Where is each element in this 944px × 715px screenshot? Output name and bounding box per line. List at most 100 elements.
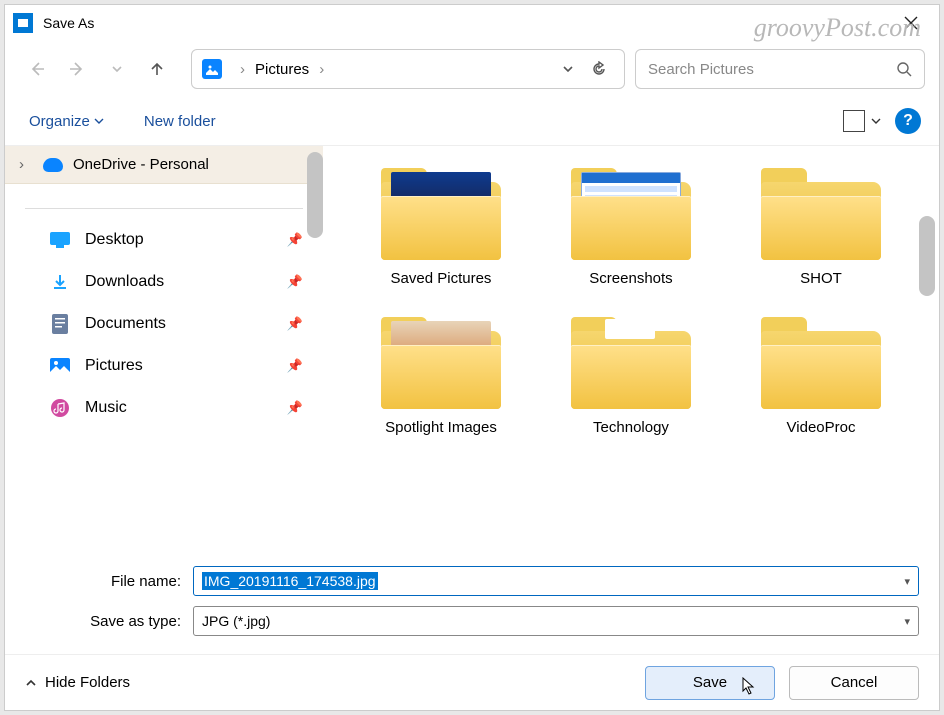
sidebar-item-downloads[interactable]: Downloads 📌 [5, 261, 323, 303]
refresh-icon [591, 61, 607, 77]
chevron-down-icon [562, 63, 574, 75]
toolbar: Organize New folder ? [5, 97, 939, 145]
close-icon [904, 16, 918, 30]
folder-label: Screenshots [589, 270, 672, 287]
sidebar-item-label: Documents [85, 315, 166, 333]
main-scrollbar[interactable] [919, 216, 935, 296]
sidebar-item-label: Pictures [85, 357, 143, 375]
organize-menu[interactable]: Organize [23, 109, 110, 134]
view-icon [843, 110, 865, 132]
folder-label: Saved Pictures [391, 270, 492, 287]
document-icon [49, 313, 71, 335]
folder-icon [381, 313, 501, 409]
pin-icon: 📌 [287, 358, 303, 374]
sidebar-item-desktop[interactable]: Desktop 📌 [5, 219, 323, 261]
path-segment[interactable]: Pictures [255, 61, 309, 78]
sidebar-item-onedrive[interactable]: › OneDrive - Personal [5, 146, 323, 184]
cursor-icon [742, 677, 756, 695]
folder-shot[interactable]: SHOT [731, 164, 911, 287]
filename-value: IMG_20191116_174538.jpg [202, 572, 378, 590]
recent-dropdown[interactable] [99, 51, 135, 87]
sidebar: › OneDrive - Personal Desktop 📌 Download… [5, 146, 323, 552]
new-folder-button[interactable]: New folder [138, 109, 222, 134]
folder-icon [381, 164, 501, 260]
sidebar-item-label: Music [85, 399, 127, 417]
sidebar-item-documents[interactable]: Documents 📌 [5, 303, 323, 345]
cloud-icon [43, 158, 63, 172]
fields: File name: IMG_20191116_174538.jpg ▾ Sav… [5, 552, 939, 654]
arrow-up-icon [148, 60, 166, 78]
nav-row: › Pictures › Search Pictures [5, 41, 939, 97]
search-box[interactable]: Search Pictures [635, 49, 925, 89]
search-placeholder: Search Pictures [648, 61, 896, 78]
chevron-right-icon: › [309, 61, 334, 78]
folder-grid: Saved Pictures Screenshots [323, 146, 939, 454]
chevron-down-icon [94, 116, 104, 126]
path-dropdown[interactable] [552, 63, 584, 75]
savetype-select[interactable]: JPG (*.jpg) ▾ [193, 606, 919, 636]
organize-label: Organize [29, 113, 90, 130]
app-icon [13, 13, 33, 33]
sidebar-item-label: Desktop [85, 231, 144, 249]
titlebar: Save As [5, 5, 939, 41]
filename-input[interactable]: IMG_20191116_174538.jpg ▾ [193, 566, 919, 596]
help-button[interactable]: ? [895, 108, 921, 134]
cancel-button[interactable]: Cancel [789, 666, 919, 700]
save-label: Save [693, 674, 727, 691]
chevron-right-icon: › [230, 61, 255, 78]
chevron-down-icon[interactable]: ▾ [904, 615, 910, 628]
folder-technology[interactable]: Technology [541, 313, 721, 436]
folder-label: SHOT [800, 270, 842, 287]
sidebar-scrollbar[interactable] [307, 152, 323, 238]
new-folder-label: New folder [144, 113, 216, 130]
sidebar-item-pictures[interactable]: Pictures 📌 [5, 345, 323, 387]
folder-spotlight-images[interactable]: Spotlight Images [351, 313, 531, 436]
sidebar-item-music[interactable]: Music 📌 [5, 387, 323, 429]
desktop-icon [49, 229, 71, 251]
filename-label: File name: [25, 573, 193, 590]
pictures-icon [49, 355, 71, 377]
pictures-icon [202, 59, 222, 79]
save-as-dialog: groovyPost.com Save As › Pictures [4, 4, 940, 711]
savetype-value: JPG (*.jpg) [202, 613, 270, 629]
pin-icon: 📌 [287, 232, 303, 248]
address-bar[interactable]: › Pictures › [191, 49, 625, 89]
window-title: Save As [43, 15, 94, 31]
search-icon [896, 61, 912, 77]
folder-label: Spotlight Images [385, 419, 497, 436]
cancel-label: Cancel [831, 674, 878, 691]
body: › OneDrive - Personal Desktop 📌 Download… [5, 145, 939, 552]
pin-icon: 📌 [287, 400, 303, 416]
view-mode-button[interactable] [843, 110, 881, 132]
divider [25, 208, 303, 209]
folder-icon [761, 313, 881, 409]
pin-icon: 📌 [287, 274, 303, 290]
chevron-down-icon [871, 116, 881, 126]
folder-icon [761, 164, 881, 260]
chevron-up-icon [25, 677, 37, 689]
footer: Hide Folders Save Cancel [5, 654, 939, 710]
download-icon [49, 271, 71, 293]
hide-folders-button[interactable]: Hide Folders [25, 674, 130, 691]
music-icon [49, 397, 71, 419]
chevron-right-icon: › [19, 156, 33, 173]
up-button[interactable] [139, 51, 175, 87]
onedrive-label: OneDrive - Personal [73, 156, 209, 173]
forward-button[interactable] [59, 51, 95, 87]
savetype-label: Save as type: [25, 613, 193, 630]
refresh-button[interactable] [584, 51, 614, 87]
folder-icon [571, 313, 691, 409]
folder-label: VideoProc [787, 419, 856, 436]
folder-screenshots[interactable]: Screenshots [541, 164, 721, 287]
hide-folders-label: Hide Folders [45, 674, 130, 691]
pin-icon: 📌 [287, 316, 303, 332]
arrow-left-icon [28, 60, 46, 78]
save-button[interactable]: Save [645, 666, 775, 700]
close-button[interactable] [891, 8, 931, 38]
folder-icon [571, 164, 691, 260]
folder-videoproc[interactable]: VideoProc [731, 313, 911, 436]
back-button[interactable] [19, 51, 55, 87]
folder-label: Technology [593, 419, 669, 436]
folder-saved-pictures[interactable]: Saved Pictures [351, 164, 531, 287]
chevron-down-icon[interactable]: ▾ [904, 575, 910, 588]
